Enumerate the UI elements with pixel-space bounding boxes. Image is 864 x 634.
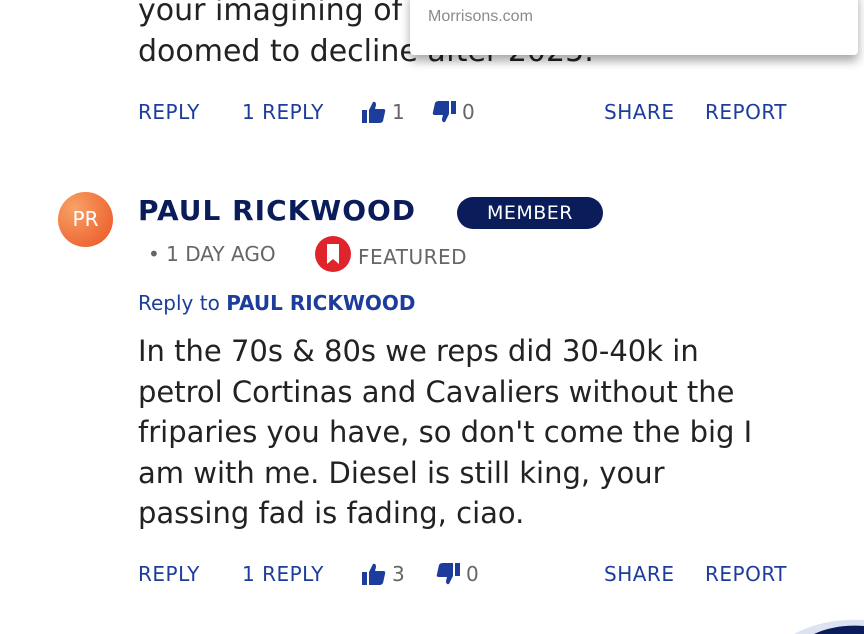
- downvote-count: 0: [462, 100, 476, 124]
- upvote-count: 1: [392, 100, 406, 124]
- thumbs-down-icon: [436, 563, 460, 585]
- downvote-button[interactable]: 0: [436, 559, 479, 589]
- comment-author[interactable]: PAUL RICKWOOD: [138, 194, 416, 227]
- thumbs-down-icon: [432, 101, 456, 123]
- reply-button[interactable]: REPLY: [138, 559, 200, 589]
- member-badge: MEMBER: [457, 197, 603, 229]
- view-replies-button[interactable]: 1 REPLY: [242, 97, 324, 127]
- link-preview-popup[interactable]: Morrisons.com: [410, 0, 858, 55]
- reply-to-author-link[interactable]: PAUL RICKWOOD: [226, 291, 415, 315]
- comment-line: In the 70s & 80s we reps did 30-40k in: [138, 334, 699, 368]
- previous-comment-actions: REPLY 1 REPLY 1 0 SHARE REPORT: [138, 97, 800, 127]
- comment-line: passing fad is fading, ciao.: [138, 496, 525, 530]
- upvote-button[interactable]: 3: [362, 559, 405, 589]
- upvote-count: 3: [392, 562, 406, 586]
- comment-body: In the 70s & 80s we reps did 30-40k in p…: [138, 331, 808, 534]
- featured-label: FEATURED: [358, 245, 468, 269]
- reply-to-line: Reply to PAUL RICKWOOD: [138, 291, 416, 315]
- upvote-button[interactable]: 1: [362, 97, 405, 127]
- downvote-button[interactable]: 0: [432, 97, 475, 127]
- popup-source-label: Morrisons.com: [428, 8, 533, 25]
- report-button[interactable]: REPORT: [705, 559, 787, 589]
- avatar[interactable]: PR: [58, 192, 113, 247]
- featured-bookmark-icon: [315, 236, 351, 272]
- comment-timestamp: • 1 DAY AGO: [148, 242, 276, 266]
- comment-line: am with me. Diesel is still king, your: [138, 455, 665, 490]
- share-button[interactable]: SHARE: [604, 559, 674, 589]
- thumbs-up-icon: [362, 563, 386, 585]
- corner-swoosh-decoration: [794, 619, 864, 634]
- downvote-count: 0: [466, 562, 480, 586]
- reply-to-prefix: Reply to: [138, 291, 220, 315]
- report-button[interactable]: REPORT: [705, 97, 787, 127]
- comment-line: petrol Cortinas and Cavaliers without th…: [138, 374, 735, 409]
- reply-button[interactable]: REPLY: [138, 97, 200, 127]
- comment-actions: REPLY 1 REPLY 3 0 SHARE REPORT: [138, 559, 800, 589]
- view-replies-button[interactable]: 1 REPLY: [242, 559, 324, 589]
- share-button[interactable]: SHARE: [604, 97, 674, 127]
- comment-line: friparies you have, so don't come the bi…: [138, 415, 753, 449]
- thumbs-up-icon: [362, 101, 386, 123]
